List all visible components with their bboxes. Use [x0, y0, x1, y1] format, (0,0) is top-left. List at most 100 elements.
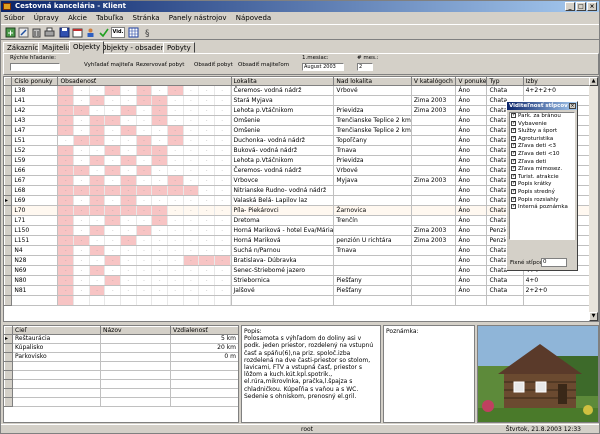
occupancy-cell[interactable]: -	[90, 106, 106, 115]
cell-nad-lokalita[interactable]	[333, 95, 412, 106]
occupancy-cell[interactable]: -	[105, 156, 122, 165]
occupancy-cell[interactable]: -	[215, 126, 231, 135]
occupancy-cell[interactable]: -	[121, 266, 137, 275]
occupancy-cell[interactable]: -	[58, 96, 75, 105]
occupancy-cell[interactable]: -	[90, 216, 106, 225]
cell-lokalita[interactable]: Nitrianske Rudno- vodná nádrž	[231, 185, 335, 196]
column-visibility-title[interactable]: Viditeľnosť stĺpcov	[507, 102, 577, 110]
column-visibility-item[interactable]: ✓ Zľava deti <10	[510, 150, 574, 159]
occupancy-cell[interactable]: -	[74, 126, 90, 135]
occupancy-cell[interactable]: -	[152, 276, 168, 285]
occupancy-cell[interactable]: -	[105, 256, 122, 265]
occupancy-strip[interactable]: -----------	[58, 196, 231, 205]
occupancy-cell[interactable]: -	[215, 236, 231, 245]
cell-izby[interactable]: 2+2+0	[523, 285, 598, 296]
occupancy-cell[interactable]: -	[199, 246, 215, 255]
row-header[interactable]	[4, 295, 13, 306]
search-input[interactable]	[10, 63, 60, 71]
occupancy-strip[interactable]: -----------	[58, 276, 231, 285]
table-row[interactable]: L38- - - - - - - - - - - Čeremos- vodná nádrž Vrbové…	[4, 85, 598, 96]
cell-v-katalogoch[interactable]	[411, 195, 457, 206]
occupancy-strip[interactable]: -----------	[58, 256, 231, 265]
occupancy-cell[interactable]: -	[199, 96, 215, 105]
occupancy-cell[interactable]: -	[74, 216, 90, 225]
occupancy-cell[interactable]: -	[105, 146, 122, 155]
cell-v-katalogoch[interactable]	[411, 215, 457, 226]
occupancy-cell[interactable]: -	[199, 186, 215, 195]
cell-vzdialenost[interactable]: 20 km	[170, 343, 238, 353]
occupancy-cell[interactable]: -	[58, 116, 75, 125]
occupancy-cell[interactable]: -	[215, 226, 231, 235]
cell-v-ponuke[interactable]: Áno	[455, 95, 488, 106]
cell-lokalita[interactable]: Valaská Belá- Lapilov laz	[231, 195, 335, 206]
occupancy-cell[interactable]	[58, 296, 75, 305]
minimize-button[interactable]: _	[565, 2, 575, 11]
cell-cislo-ponuky[interactable]: L41	[11, 95, 59, 106]
cell-obsadenost[interactable]: -----------	[57, 115, 232, 126]
cell-v-ponuke[interactable]: Áno	[455, 285, 488, 296]
cell-cislo-ponuky[interactable]: N4	[11, 245, 59, 256]
occupancy-cell[interactable]: -	[74, 146, 90, 155]
check-icon[interactable]	[98, 27, 109, 38]
cell-cislo-ponuky[interactable]: L71	[11, 215, 59, 226]
cell-v-katalogoch[interactable]	[411, 125, 457, 136]
checkbox-checked-icon[interactable]: ✓	[511, 113, 516, 118]
occupancy-cell[interactable]: -	[105, 216, 122, 225]
occupancy-cell[interactable]: -	[184, 196, 200, 205]
cell-lokalita[interactable]: Bratislava- Dúbravka	[231, 255, 335, 266]
occupancy-cell[interactable]: -	[199, 216, 215, 225]
occupancy-cell[interactable]: -	[184, 86, 200, 95]
table-row[interactable]: ▸ Reštaurácia 5 km	[4, 334, 238, 344]
cell-obsadenost[interactable]: -----------	[57, 195, 232, 206]
occupancy-cell[interactable]: -	[58, 186, 75, 195]
checkbox-checked-icon[interactable]: ✓	[511, 143, 516, 149]
occupancy-cell[interactable]: -	[105, 226, 122, 235]
occupancy-cell[interactable]: -	[74, 176, 90, 185]
row-header[interactable]	[4, 205, 13, 216]
occupy-stay-button[interactable]: Obsadiť pobyt	[194, 62, 233, 68]
cell-cislo-ponuky[interactable]: L66	[11, 165, 59, 176]
cell-v-ponuke[interactable]: Áno	[455, 185, 488, 196]
occupancy-cell[interactable]: -	[89, 186, 106, 195]
occupancy-strip[interactable]: -----------	[58, 176, 231, 185]
cell-nad-lokalita[interactable]	[333, 255, 412, 266]
maximize-button[interactable]: □	[576, 2, 586, 11]
tab-objekty[interactable]: Objekty	[69, 41, 105, 54]
col-ciel[interactable]: Cieľ	[12, 326, 101, 335]
occupancy-cell[interactable]: -	[105, 136, 122, 145]
cell-obsadenost[interactable]: -----------	[57, 275, 232, 286]
occupancy-cell[interactable]: -	[199, 166, 215, 175]
cell-v-ponuke[interactable]: Áno	[455, 235, 488, 246]
column-visibility-item[interactable]: ✓ Zľava mimosez.	[510, 166, 574, 174]
occupancy-strip[interactable]: -----------	[58, 126, 231, 135]
occupancy-cell[interactable]: -	[215, 106, 231, 115]
occupancy-cell[interactable]: -	[105, 286, 122, 295]
occupancy-cell[interactable]: -	[168, 206, 184, 215]
row-header[interactable]	[4, 145, 13, 156]
occupancy-cell[interactable]: -	[105, 186, 122, 195]
checkbox-checked-icon[interactable]: ✓	[511, 204, 516, 210]
occupancy-cell[interactable]: -	[152, 186, 168, 195]
reserve-stay-button[interactable]: Rezervovať pobyt	[136, 62, 184, 68]
occupancy-cell[interactable]: -	[137, 246, 153, 255]
occupancy-strip[interactable]: -----------	[58, 96, 231, 105]
cell-nazov[interactable]	[100, 352, 171, 362]
occupancy-cell[interactable]: -	[58, 276, 75, 285]
column-visibility-item[interactable]: ✓ Popis rozsiahly	[510, 196, 574, 205]
calendar-icon[interactable]	[72, 27, 83, 38]
occupancy-cell[interactable]: -	[214, 256, 231, 265]
occupancy-cell[interactable]: -	[90, 166, 106, 175]
cell-nad-lokalita[interactable]: Trenčianske Teplice 2 km	[333, 115, 412, 126]
occupancy-cell[interactable]: -	[74, 276, 90, 285]
fixed-columns-input[interactable]: 0	[541, 258, 567, 267]
cell-obsadenost[interactable]: -----------	[57, 255, 232, 266]
occupancy-cell[interactable]: -	[215, 146, 231, 155]
occupancy-cell[interactable]: -	[168, 96, 184, 105]
cell-obsadenost[interactable]: -----------	[57, 235, 232, 246]
occupancy-cell[interactable]: -	[167, 126, 184, 135]
cell-cislo-ponuky[interactable]: L42	[11, 105, 59, 116]
occupancy-cell[interactable]: -	[168, 166, 184, 175]
occupancy-cell[interactable]: -	[105, 126, 122, 135]
cell-obsadenost[interactable]: -----------	[57, 185, 232, 196]
cell-obsadenost[interactable]: -----------	[57, 145, 232, 156]
